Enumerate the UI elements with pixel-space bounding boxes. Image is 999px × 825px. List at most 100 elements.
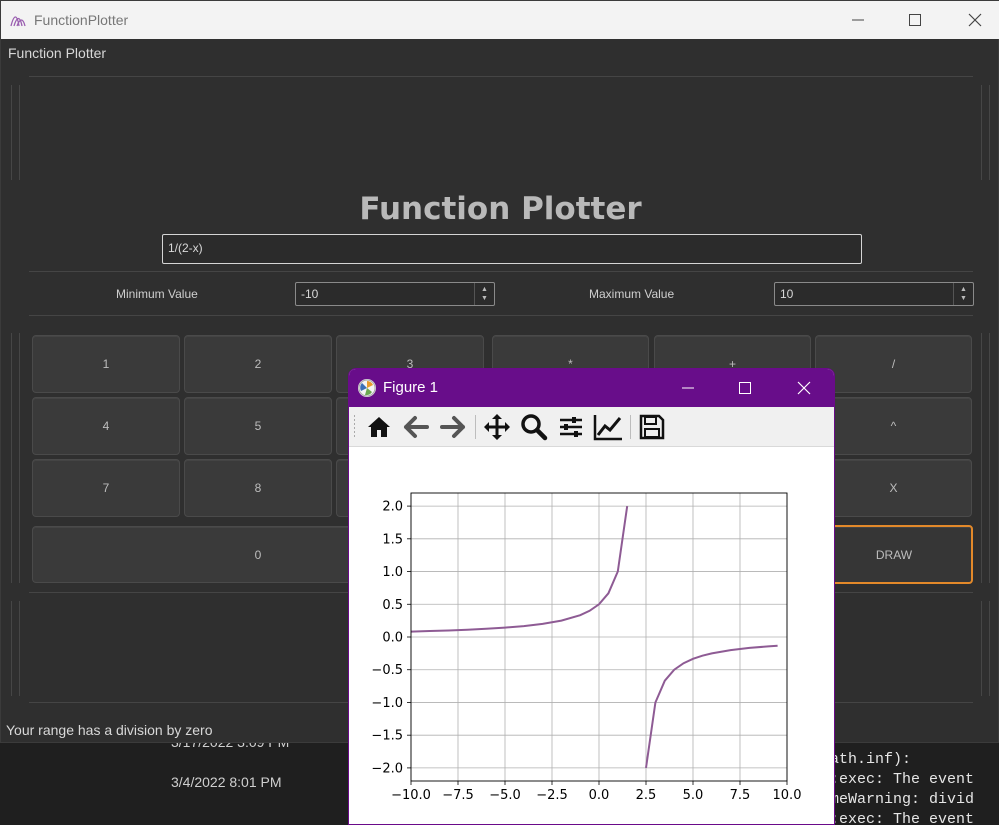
maximize-button[interactable] [892, 1, 938, 39]
min-value-label: Minimum Value [116, 287, 198, 301]
zoom-button[interactable] [519, 413, 549, 441]
figure-title-bar[interactable]: Figure 1 [349, 369, 834, 407]
menu-label: Function Plotter [8, 45, 107, 61]
x-tick-label: 0.0 [589, 788, 610, 803]
min-value-text: -10 [301, 287, 319, 301]
x-tick-label: −10.0 [391, 788, 431, 803]
terminal-line-2: :exec: The event [830, 771, 975, 788]
edit-axis-button[interactable] [593, 413, 623, 441]
divider [11, 333, 12, 583]
y-tick-label: 0.5 [382, 598, 403, 613]
toolbar-separator [475, 415, 476, 439]
key-divide[interactable]: / [815, 335, 972, 393]
y-tick-label: 0.0 [382, 631, 403, 646]
figure-close-button[interactable] [782, 369, 826, 407]
spin-arrows-icon[interactable]: ▲ ▼ [953, 283, 973, 305]
x-tick-label: −7.5 [442, 788, 474, 803]
page-title: Function Plotter [359, 191, 642, 227]
key-x[interactable]: X [815, 459, 972, 517]
minimize-button[interactable] [835, 1, 881, 39]
divider [19, 601, 20, 696]
desktop: 3/17/2022 3:09 PM 3/4/2022 8:01 PM ath.i… [0, 0, 999, 825]
key-4[interactable]: 4 [32, 397, 180, 455]
minimize-icon [852, 19, 864, 21]
key-power[interactable]: ^ [815, 397, 972, 455]
matplotlib-icon [358, 379, 376, 397]
max-value-label: Maximum Value [589, 287, 675, 301]
divider [989, 601, 990, 696]
y-tick-label: 2.0 [382, 500, 403, 515]
file-date-2: 3/4/2022 8:01 PM [171, 774, 282, 790]
app-icon [10, 16, 26, 27]
divider [29, 271, 973, 272]
divider [981, 601, 982, 696]
key-2[interactable]: 2 [184, 335, 332, 393]
y-tick-label: −1.5 [371, 729, 403, 744]
x-tick-label: 2.5 [636, 788, 657, 803]
figure-minimize-button[interactable] [666, 369, 710, 407]
figure-title: Figure 1 [383, 379, 439, 396]
key-5[interactable]: 5 [184, 397, 332, 455]
figure-toolbar [349, 407, 834, 447]
close-icon [968, 13, 982, 27]
forward-arrow-icon [440, 416, 465, 438]
divider [989, 85, 990, 180]
key-8[interactable]: 8 [184, 459, 332, 517]
save-icon [639, 414, 665, 440]
close-button[interactable] [952, 1, 998, 39]
draw-button[interactable]: DRAW [815, 525, 973, 584]
max-value-text: 10 [780, 287, 794, 301]
divider [29, 315, 973, 316]
edit-axis-icon [593, 415, 622, 441]
x-tick-label: 10.0 [773, 788, 802, 803]
key-1[interactable]: 1 [32, 335, 180, 393]
terminal-line-1: ath.inf): [830, 751, 912, 768]
spin-arrows-icon[interactable]: ▲ ▼ [474, 283, 494, 305]
close-icon [797, 381, 811, 395]
min-value-spinbox[interactable]: -10 ▲ ▼ [295, 282, 495, 306]
divider [981, 333, 982, 583]
y-tick-label: 1.0 [382, 565, 403, 580]
y-tick-label: −2.0 [371, 761, 403, 776]
maximize-icon [739, 382, 751, 394]
max-value-spinbox[interactable]: 10 ▲ ▼ [774, 282, 974, 306]
subplots-config-icon [560, 417, 582, 437]
back-button[interactable] [401, 413, 431, 441]
save-button[interactable] [637, 413, 667, 441]
pan-icon [484, 414, 510, 440]
pan-button[interactable] [482, 413, 512, 441]
x-tick-label: 7.5 [730, 788, 751, 803]
key-7[interactable]: 7 [32, 459, 180, 517]
terminal-line-4: :exec: The event [830, 811, 975, 825]
status-message: Your range has a division by zero [6, 722, 213, 738]
maximize-icon [909, 14, 921, 26]
divider [11, 85, 12, 180]
minimize-icon [682, 387, 694, 389]
x-tick-label: −5.0 [489, 788, 521, 803]
subplots-config-button[interactable] [556, 413, 586, 441]
plot-canvas[interactable]: −10.0 −7.5 −5.0 −2.5 0.0 2.5 5.0 7.5 10.0 2.0 1.5 1… [349, 447, 835, 825]
figure-window: Figure 1 −10.0 −7.5 −5.0 −2.5 0.0 2.5 5.… [348, 368, 835, 825]
series-line [410, 505, 629, 633]
x-tick-label: 5.0 [683, 788, 704, 803]
y-tick-label: −0.5 [371, 663, 403, 678]
divider [19, 333, 20, 583]
divider [11, 601, 12, 696]
window-title: FunctionPlotter [34, 12, 129, 28]
divider [989, 333, 990, 583]
figure-maximize-button[interactable] [723, 369, 767, 407]
zoom-icon [521, 414, 548, 441]
forward-button[interactable] [438, 413, 468, 441]
series-line [645, 644, 778, 769]
divider [29, 76, 973, 77]
divider [981, 85, 982, 180]
back-arrow-icon [404, 416, 429, 438]
expression-input[interactable]: 1/(2-x) [162, 234, 862, 264]
divider [19, 85, 20, 180]
home-button[interactable] [364, 413, 394, 441]
y-tick-label: 1.5 [382, 532, 403, 547]
y-tick-label: −1.0 [371, 696, 403, 711]
toolbar-separator [630, 415, 631, 439]
title-bar[interactable]: FunctionPlotter [1, 1, 999, 39]
toolbar-grip [354, 415, 355, 439]
